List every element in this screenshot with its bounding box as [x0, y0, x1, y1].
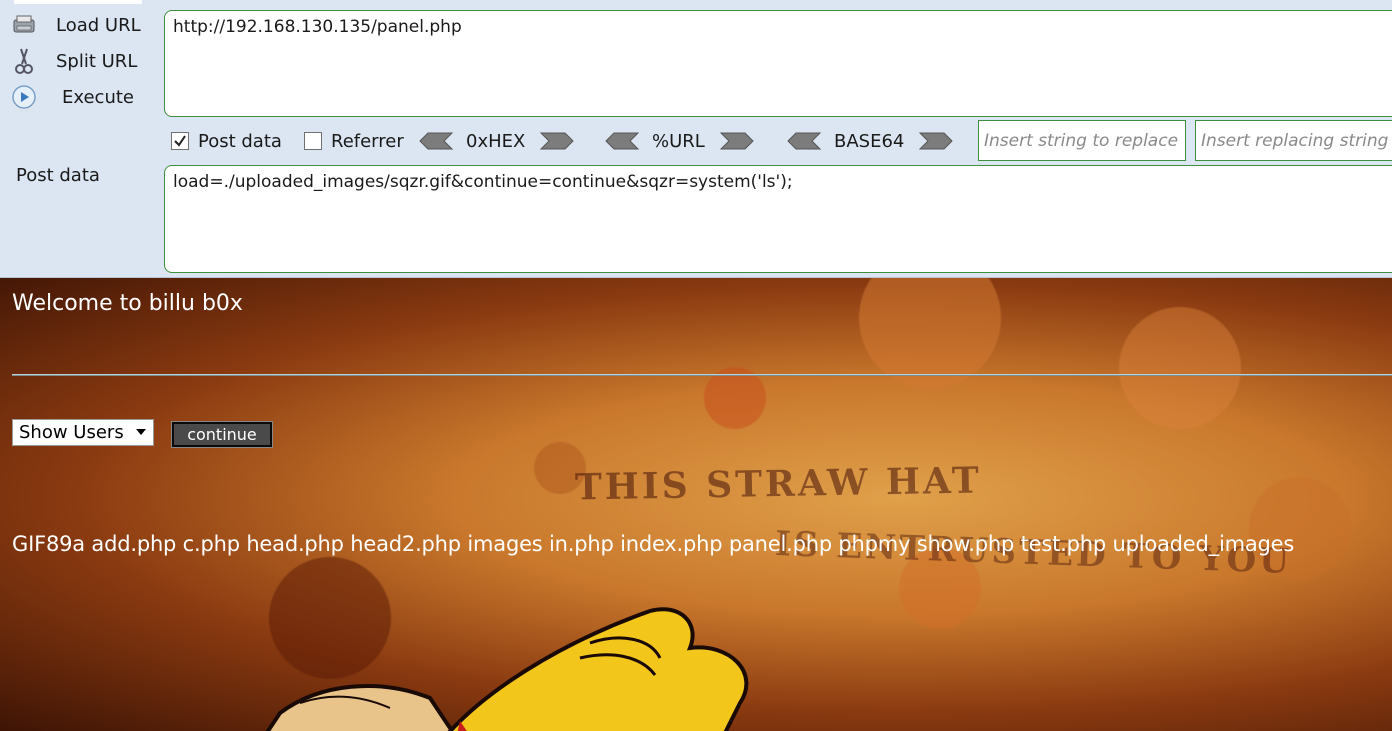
- referrer-checkbox-label: Referrer: [331, 130, 404, 152]
- base64-encoder: BASE64: [786, 128, 954, 154]
- split-url-label: Split URL: [56, 50, 138, 72]
- referrer-checkbox[interactable]: Referrer: [304, 128, 404, 154]
- replacing-string-input[interactable]: [1195, 120, 1392, 161]
- load-icon: [10, 11, 38, 39]
- string-to-replace-input[interactable]: [978, 120, 1186, 161]
- url-encoder-label: %URL: [652, 130, 705, 152]
- post-data-checkbox-box[interactable]: [171, 132, 189, 150]
- show-users-select[interactable]: Show Users: [12, 419, 154, 446]
- execute-label: Execute: [62, 86, 134, 108]
- straw-hat-hand-illustration: [265, 607, 749, 731]
- split-url-button[interactable]: Split URL: [10, 46, 137, 76]
- execute-button[interactable]: Execute: [10, 82, 134, 112]
- hex-encoder-label: 0xHEX: [466, 130, 526, 152]
- show-users-select-value: Show Users: [19, 422, 124, 443]
- hex-encoder: 0xHEX: [418, 128, 575, 154]
- url-encode-arrow-icon[interactable]: [719, 130, 755, 152]
- referrer-checkbox-box[interactable]: [304, 132, 322, 150]
- hex-decode-arrow-icon[interactable]: [418, 130, 454, 152]
- divider: [12, 374, 1392, 376]
- continue-button[interactable]: continue: [171, 421, 273, 448]
- url-decode-arrow-icon[interactable]: [604, 130, 640, 152]
- checkmark-icon: [174, 135, 186, 147]
- url-input[interactable]: http://192.168.130.135/panel.php: [164, 10, 1392, 117]
- page-content: THIS STRAW HAT IS ENTRUSTED TO YOU Welco…: [0, 278, 1392, 731]
- post-data-checkbox-label: Post data: [198, 130, 282, 152]
- scissors-icon: [10, 47, 38, 75]
- url-encoder: %URL: [604, 128, 755, 154]
- command-output: GIF89a add.php c.php head.php head2.php …: [12, 532, 1295, 556]
- load-url-label: Load URL: [56, 14, 141, 36]
- hackbar-toolbar: Load URL Split URL Execute http://192.16…: [0, 0, 1392, 278]
- play-icon: [10, 83, 38, 111]
- hex-encode-arrow-icon[interactable]: [539, 130, 575, 152]
- base64-decode-arrow-icon[interactable]: [786, 130, 822, 152]
- background-text-line1: THIS STRAW HAT: [574, 459, 983, 509]
- base64-encode-arrow-icon[interactable]: [918, 130, 954, 152]
- load-url-button[interactable]: Load URL: [10, 10, 141, 40]
- base64-encoder-label: BASE64: [834, 130, 905, 152]
- chevron-down-icon: [136, 429, 146, 435]
- hackbar-tab[interactable]: [14, 0, 142, 4]
- page-title: Welcome to billu b0x: [12, 291, 243, 316]
- post-data-input[interactable]: load=./uploaded_images/sqzr.gif&continue…: [164, 165, 1392, 273]
- post-data-checkbox[interactable]: Post data: [171, 128, 282, 154]
- post-data-label: Post data: [16, 165, 100, 186]
